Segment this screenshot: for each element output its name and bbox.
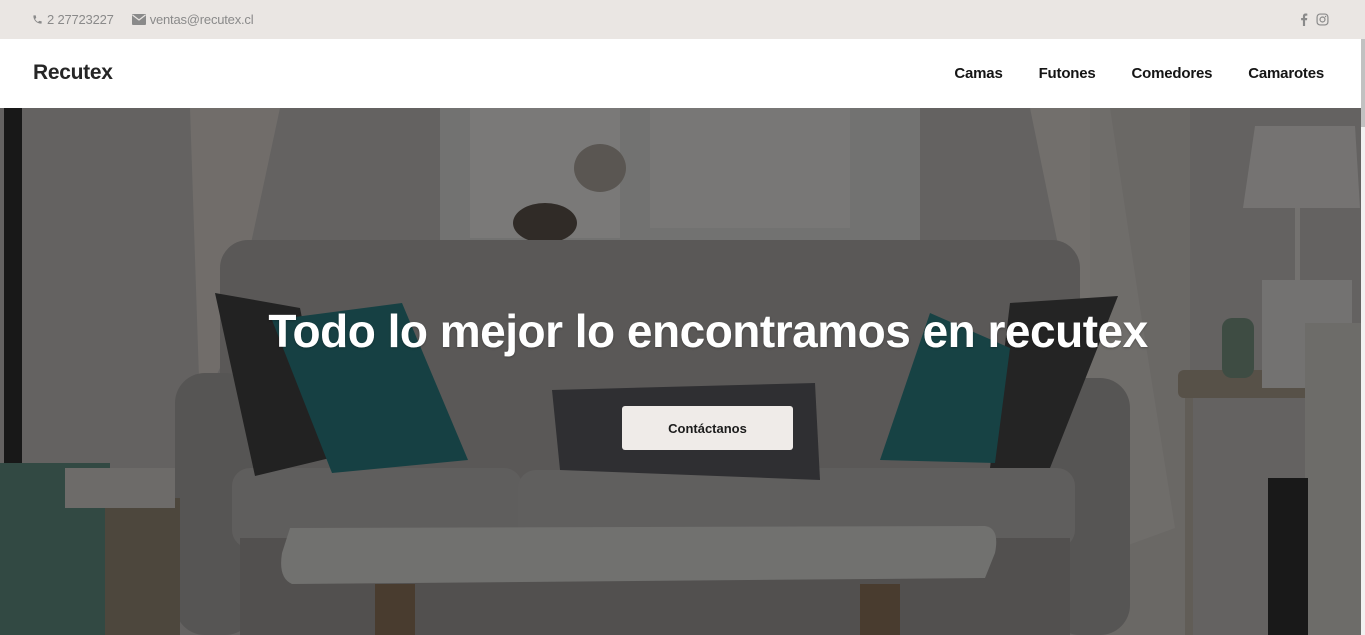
nav-link-camarotes[interactable]: Camarotes (1248, 65, 1324, 82)
hero-title: Todo lo mejor lo encontramos en recutex (268, 305, 1148, 357)
hero-section: Todo lo mejor lo encontramos en recutex … (0, 108, 1361, 635)
instagram-icon[interactable] (1316, 13, 1329, 26)
email-contact[interactable]: ventas@recutex.cl (131, 12, 254, 27)
social-links (1300, 0, 1329, 39)
page-scrollbar[interactable] (1361, 39, 1365, 635)
envelope-icon (131, 14, 146, 25)
contact-info: 2 27723227 ventas@recutex.cl (32, 0, 254, 39)
nav-link-comedores[interactable]: Comedores (1132, 65, 1213, 82)
hero-dim-overlay (0, 108, 1361, 635)
top-contact-bar: 2 27723227 ventas@recutex.cl (0, 0, 1365, 39)
phone-contact[interactable]: 2 27723227 (32, 12, 114, 27)
brand-logo[interactable]: Recutex (33, 39, 113, 108)
nav-link-camas[interactable]: Camas (954, 65, 1002, 82)
facebook-icon[interactable] (1300, 13, 1308, 26)
scrollbar-thumb[interactable] (1361, 39, 1365, 127)
email-address: ventas@recutex.cl (149, 12, 254, 27)
phone-number: 2 27723227 (47, 12, 114, 27)
nav-menu: Camas Futones Comedores Camarotes (954, 39, 1324, 108)
main-navbar: Recutex Camas Futones Comedores Camarote… (0, 39, 1361, 108)
phone-icon (32, 14, 43, 25)
contact-button[interactable]: Contáctanos (622, 406, 793, 450)
nav-link-futones[interactable]: Futones (1039, 65, 1096, 82)
